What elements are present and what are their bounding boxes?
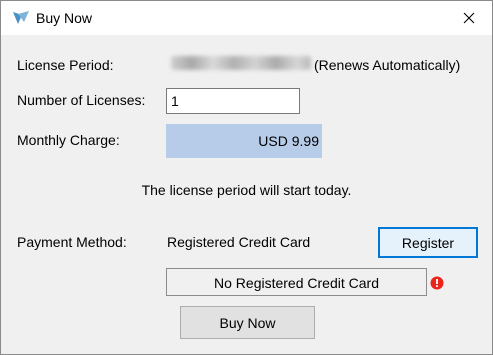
license-period-value-redacted [171,56,311,70]
title-bar: Buy Now [1,1,492,35]
number-of-licenses-label: Number of Licenses: [17,92,146,108]
app-icon [12,10,30,26]
close-button[interactable] [446,1,492,35]
renews-note: (Renews Automatically) [314,57,461,73]
payment-method-label: Payment Method: [17,234,127,250]
warning-icon [430,276,444,290]
licenses-input[interactable] [166,88,300,114]
monthly-charge-label: Monthly Charge: [17,132,120,148]
buy-now-dialog: Buy Now License Period: (Renews Automati… [0,0,493,355]
license-period-label: License Period: [17,57,114,73]
payment-method-value: Registered Credit Card [167,234,311,250]
buy-now-button[interactable]: Buy Now [180,306,315,339]
card-status-box: No Registered Credit Card [166,268,427,296]
license-start-notice: The license period will start today. [141,182,352,198]
window-title: Buy Now [36,10,93,26]
close-icon [463,12,475,24]
monthly-charge-value: USD 9.99 [166,124,322,158]
register-button[interactable]: Register [378,227,478,258]
